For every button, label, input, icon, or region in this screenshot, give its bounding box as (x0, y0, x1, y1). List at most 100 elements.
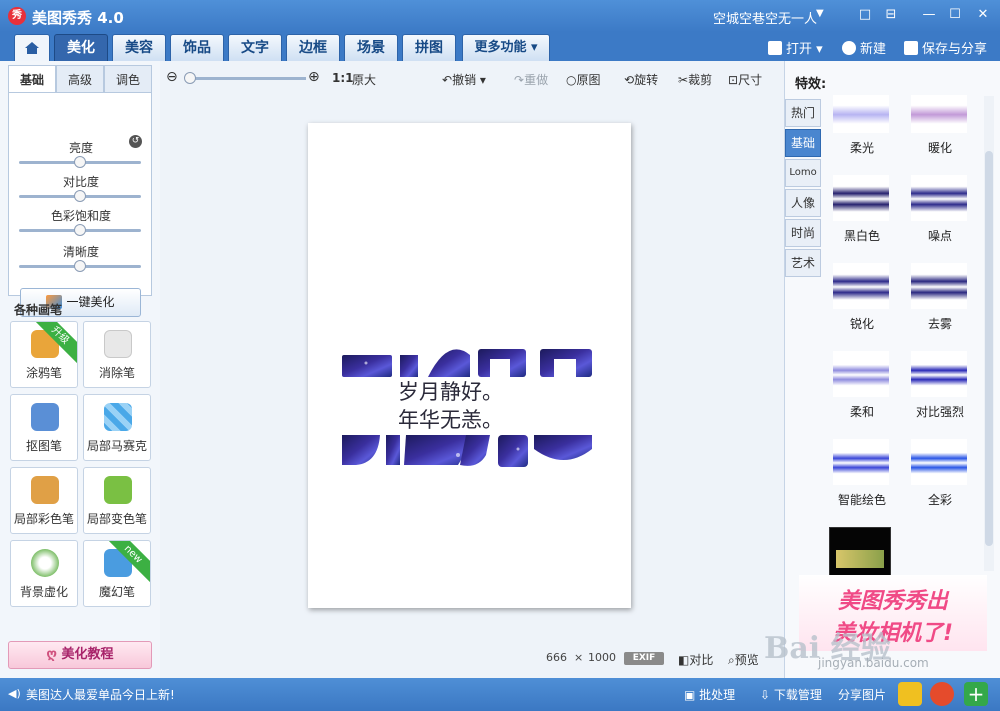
open-button[interactable]: 打开 ▾ (768, 38, 823, 57)
tab-more-features[interactable]: 更多功能 ▾ (462, 34, 550, 61)
home-icon (25, 42, 39, 54)
compare-button[interactable]: ◧对比 (678, 651, 713, 668)
new-button[interactable]: 新建 (842, 38, 886, 57)
effect-warm[interactable]: 暖化 (901, 95, 979, 173)
actual-size-button[interactable]: 原大 (352, 71, 376, 88)
effect-soft-light[interactable]: 柔光 (823, 95, 901, 173)
contrast-label: 对比度 (62, 175, 99, 189)
weibo-icon[interactable] (930, 682, 954, 706)
star-icon[interactable] (898, 682, 922, 706)
zoom-knob[interactable] (184, 72, 196, 84)
skin-button[interactable]: □ (856, 6, 874, 24)
effects-scrollbar[interactable] (984, 96, 994, 571)
preview-button[interactable]: ⌕预览 (728, 651, 759, 668)
brush-eraser[interactable]: 消除笔 (83, 321, 151, 388)
category-portrait[interactable]: 人像 (785, 189, 821, 217)
tab-text[interactable]: 文字 (228, 34, 282, 61)
brush-local-color[interactable]: 局部彩色笔 (10, 467, 78, 534)
effect-black-white[interactable]: 黑白色 (823, 175, 901, 261)
subtab-basic[interactable]: 基础 (8, 65, 56, 93)
slider-knob[interactable] (74, 224, 86, 236)
effect-thumbnail (833, 95, 889, 133)
minimize-button[interactable]: — (920, 6, 938, 24)
workspace: 基础 高级 调色 ↺ 亮度 对比度 色彩饱和度 清晰度 一键美化 各种画笔 升级… (0, 61, 1000, 678)
category-basic[interactable]: 基础 (785, 129, 821, 157)
saturation-slider[interactable] (19, 224, 141, 236)
share-image-button[interactable]: 分享图片 (838, 686, 886, 703)
contrast-slider[interactable] (19, 190, 141, 202)
effect-thumbnail (833, 263, 889, 309)
brush-doodle[interactable]: 升级 涂鸦笔 (10, 321, 78, 388)
close-button[interactable]: ✕ (974, 6, 992, 24)
subtab-advanced[interactable]: 高级 (56, 65, 104, 93)
effect-thumbnail (833, 439, 889, 485)
category-lomo[interactable]: Lomo (785, 159, 821, 187)
effect-sharpen[interactable]: 锐化 (823, 263, 901, 349)
effect-thumbnail (911, 351, 967, 397)
tab-scene[interactable]: 场景 (344, 34, 398, 61)
home-tab[interactable] (14, 34, 50, 61)
user-menu-caret-icon[interactable]: ▼ (816, 8, 824, 19)
rotate-button[interactable]: ⟲旋转 (624, 71, 658, 88)
gold-text-swatch (836, 550, 884, 568)
save-share-button[interactable]: 保存与分享 (904, 38, 987, 57)
subtab-color[interactable]: 调色 (104, 65, 152, 93)
original-button[interactable]: ○原图 (566, 71, 601, 88)
tab-accessories[interactable]: 饰品 (170, 34, 224, 61)
brush-local-recolor[interactable]: 局部变色笔 (83, 467, 151, 534)
news-ticker[interactable]: 美图达人最爱单品今日上新! (26, 686, 175, 703)
brightness-slider[interactable] (19, 156, 141, 168)
download-manager-button[interactable]: ⇩ 下载管理 (760, 686, 822, 703)
actual-size-ratio[interactable]: 1:1 (332, 71, 354, 85)
brush-cutout[interactable]: 抠图笔 (10, 394, 78, 461)
effect-soft[interactable]: 柔和 (823, 351, 901, 437)
zoom-slider[interactable] (184, 72, 306, 84)
effect-smart-color[interactable]: 智能绘色 (823, 439, 901, 525)
undo-icon: ↶ (442, 73, 453, 87)
effect-high-contrast[interactable]: 对比强烈 (901, 351, 979, 437)
brush-mosaic[interactable]: 局部马赛克 (83, 394, 151, 461)
poem-line-2: 年华无恙。 (398, 408, 503, 432)
batch-process-button[interactable]: ▣ 批处理 (684, 686, 735, 703)
speaker-icon: ◀) (8, 687, 21, 700)
crop-button[interactable]: ✂裁剪 (678, 71, 712, 88)
mini-mode-button[interactable]: ⊟ (882, 6, 900, 24)
sharpness-label: 清晰度 (62, 245, 99, 259)
redo-button[interactable]: ↷重做 (514, 71, 548, 88)
effect-thumbnail (833, 175, 889, 221)
effect-thumbnail (911, 263, 967, 309)
brush-magic[interactable]: new 魔幻笔 (83, 540, 151, 607)
zoom-out-icon[interactable]: ⊖ (166, 69, 178, 85)
effect-full-color[interactable]: 全彩 (901, 439, 979, 525)
undo-dropdown-icon[interactable]: ▾ (480, 73, 486, 87)
tab-beauty[interactable]: 美容 (112, 34, 166, 61)
undo-button[interactable]: ↶撤销 ▾ (442, 71, 486, 88)
zoom-in-icon[interactable]: ⊕ (308, 69, 320, 85)
blur-bg-icon (31, 549, 59, 577)
color-brush-icon (31, 476, 59, 504)
user-name[interactable]: 空城空巷空无一人 (713, 8, 817, 27)
sharpness-slider[interactable] (19, 260, 141, 272)
tab-collage[interactable]: 拼图 (402, 34, 456, 61)
scroll-thumb[interactable] (985, 151, 993, 546)
add-plus-icon[interactable]: + (964, 682, 988, 706)
effects-title: 特效: (795, 77, 827, 92)
slider-knob[interactable] (74, 260, 86, 272)
beautify-tutorial-button[interactable]: ღ 美化教程 (8, 641, 152, 669)
effect-dehaze[interactable]: 去雾 (901, 263, 979, 349)
category-art[interactable]: 艺术 (785, 249, 821, 277)
category-hot[interactable]: 热门 (785, 99, 821, 127)
exif-button[interactable]: EXIF (624, 652, 664, 665)
category-fashion[interactable]: 时尚 (785, 219, 821, 247)
paint-bucket-icon (104, 476, 132, 504)
tab-beautify[interactable]: 美化 (54, 34, 108, 61)
brush-bg-blur[interactable]: 背景虚化 (10, 540, 78, 607)
resize-button[interactable]: ⊡尺寸 (728, 71, 762, 88)
tab-frame[interactable]: 边框 (286, 34, 340, 61)
slider-knob[interactable] (74, 190, 86, 202)
slider-knob[interactable] (74, 156, 86, 168)
effect-noise[interactable]: 噪点 (901, 175, 979, 261)
photo-canvas[interactable]: 岁月静好。 年华无恙。 (308, 123, 631, 608)
effect-thumbnail (911, 175, 967, 221)
maximize-button[interactable]: ☐ (946, 6, 964, 24)
